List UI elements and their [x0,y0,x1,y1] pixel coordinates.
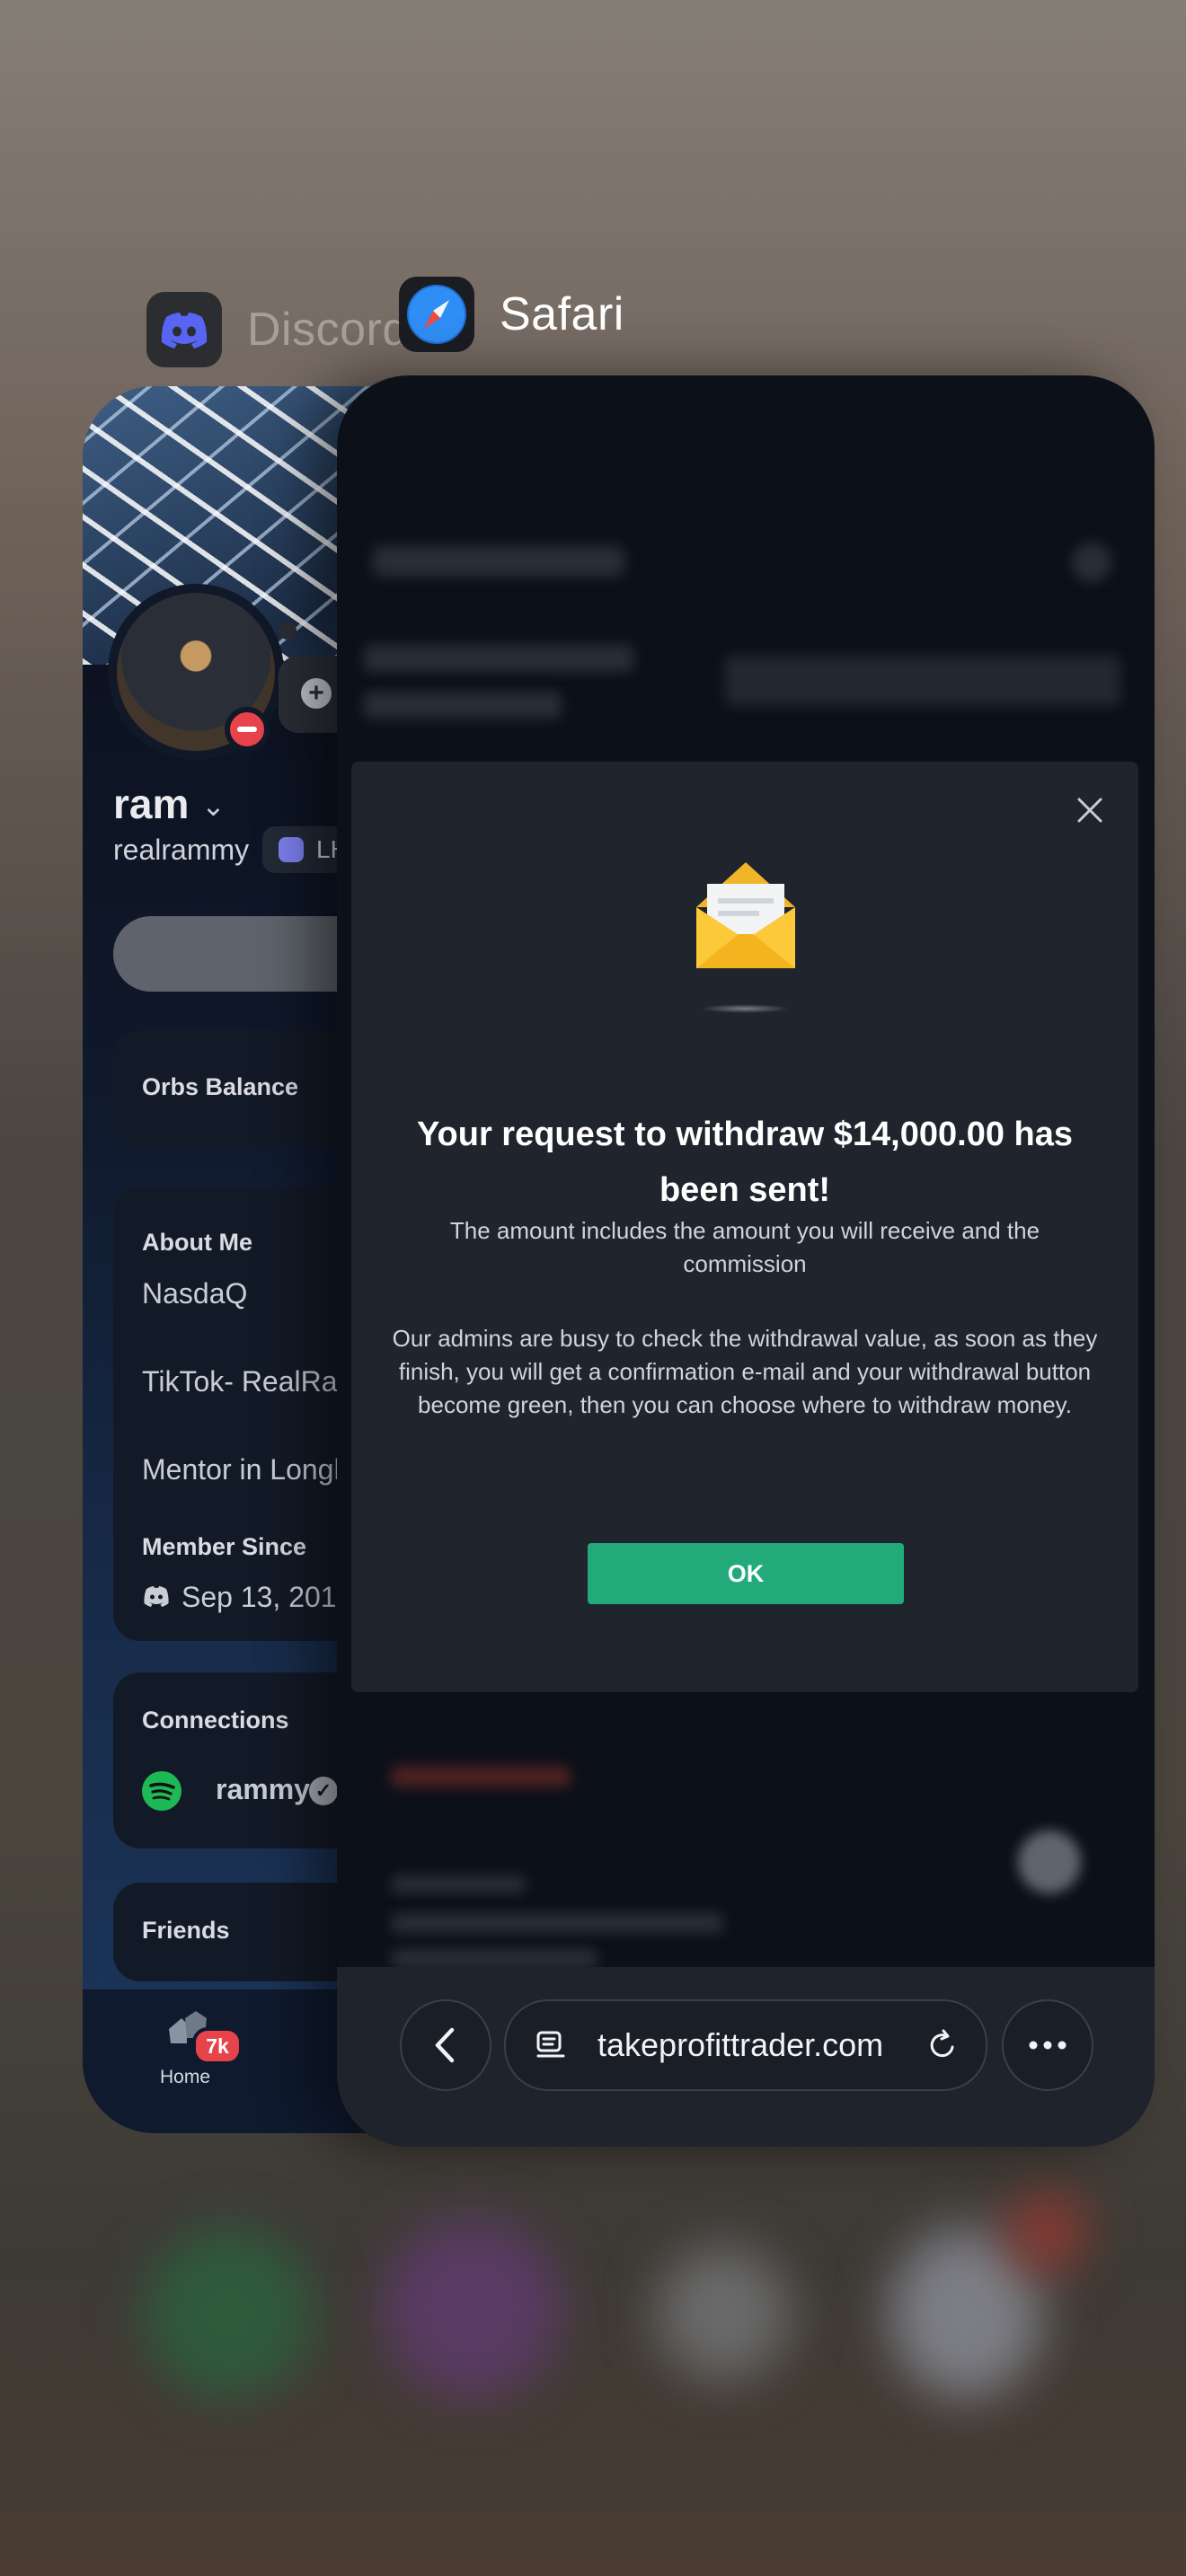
envelope-icon [696,862,795,968]
discord-small-icon [144,1586,169,1607]
withdraw-confirmation-modal: Your request to withdraw $14,000.00 has … [351,762,1138,1692]
home-app-icon-grey [656,2245,791,2380]
notification-badge: 7k [192,2027,243,2065]
ok-button[interactable]: OK [588,1543,904,1604]
home-app-icon-green [144,2228,314,2398]
url-text: takeprofittrader.com [597,2026,884,2063]
member-since-date: Sep 13, 2019 [181,1581,353,1613]
blurred-page-button [725,656,1120,706]
member-since-title: Member Since [142,1533,307,1560]
safari-app-name: Safari [500,288,624,340]
about-me-line: NasdaQ [142,1277,248,1310]
discord-app-icon [146,292,222,367]
blurred-account-text [364,692,562,719]
close-icon[interactable] [1074,794,1106,826]
about-me-title: About Me [142,1229,252,1256]
back-button[interactable] [400,1999,491,2091]
more-options-button[interactable] [1002,1999,1093,2091]
about-me-line: TikTok- RealRan [142,1365,354,1398]
modal-commission-note: The amount includes the amount you will … [449,1217,1040,1277]
blurred-chat-bubble [1018,1831,1081,1893]
plus-icon: + [301,678,332,709]
verified-icon: ✓ [309,1777,338,1805]
reload-icon[interactable] [925,2027,960,2063]
blurred-account-text [364,645,633,672]
safari-app-icon [399,277,474,352]
chevron-left-icon [435,2027,455,2063]
profile-username: realrammy [113,834,250,866]
modal-title: Your request to withdraw $14,000.00 has … [417,1116,1073,1209]
blurred-red-heading [391,1766,571,1787]
status-bubble-dot [279,622,296,640]
blurred-page-text [391,1949,597,1969]
chevron-down-icon[interactable]: ⌄ [201,789,226,823]
discord-app-label[interactable]: Discord [146,292,409,367]
tag-icon [279,837,304,862]
home-app-icon-purple [382,2219,562,2398]
discord-app-name: Discord [247,304,409,356]
safari-app-label[interactable]: Safari [399,277,624,352]
modal-body-text: Our admins are busy to check the withdra… [392,1325,1098,1418]
home-app-badge-red [1006,2192,1087,2272]
page-menu-icon[interactable] [533,2027,569,2063]
envelope-shadow [700,1004,790,1013]
nav-home-label: Home [160,2067,211,2087]
ellipsis-icon [1029,2041,1067,2050]
address-bar[interactable]: takeprofittrader.com [504,1999,987,2091]
spotify-icon [142,1771,181,1811]
profile-display-name: ram [113,781,190,827]
orbs-balance-title: Orbs Balance [142,1073,299,1100]
blurred-back-link [373,546,624,577]
safari-toolbar: takeprofittrader.com [337,1967,1155,2147]
about-me-line: Mentor in Longh [142,1453,350,1486]
blurred-page-text [391,1913,723,1933]
connection-name[interactable]: rammy [216,1773,310,1806]
blurred-header-icon [1072,543,1111,582]
blurred-page-text [391,1875,526,1893]
connections-title: Connections [142,1707,289,1734]
safari-app-card[interactable]: Your request to withdraw $14,000.00 has … [337,375,1155,2147]
friends-title: Friends [142,1917,230,1944]
do-not-disturb-icon [225,707,270,752]
